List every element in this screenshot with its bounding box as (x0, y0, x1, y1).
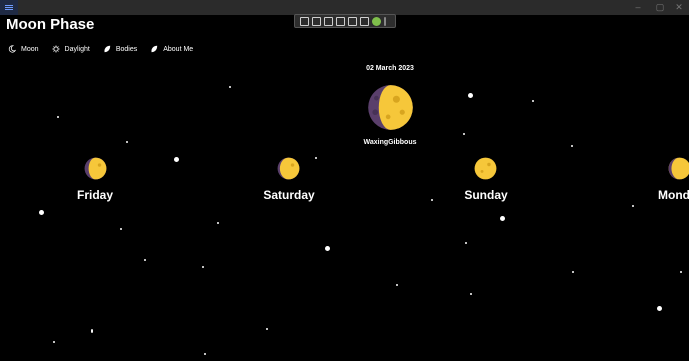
minimize-button[interactable]: – (628, 1, 648, 13)
collapse-grip-icon[interactable] (384, 16, 386, 26)
sunday-moon-icon (474, 157, 497, 180)
forecast-day-saturday[interactable]: Saturday (229, 188, 349, 202)
star (126, 141, 128, 143)
info-icon (151, 45, 158, 53)
app-menu-icon[interactable] (0, 0, 18, 15)
star (572, 271, 574, 273)
comment-icon[interactable] (324, 16, 333, 26)
current-date: 02 March 2023 (366, 65, 414, 72)
star (571, 145, 573, 147)
track-focus-icon[interactable] (348, 16, 357, 26)
star (468, 93, 473, 98)
star (229, 86, 231, 88)
maximize-button[interactable]: ▢ (650, 1, 670, 13)
star (680, 271, 682, 273)
friday-moon-icon (84, 157, 107, 180)
ok-indicator-icon[interactable] (372, 16, 381, 26)
select-element-icon[interactable] (300, 16, 309, 26)
star (91, 329, 93, 333)
layout-icon[interactable] (336, 16, 345, 26)
nav-item-about-me[interactable]: About Me (150, 45, 193, 53)
binding-icon[interactable] (360, 16, 369, 26)
star (470, 293, 472, 295)
star (217, 222, 219, 224)
nav-item-label: Daylight (64, 45, 90, 53)
nav-item-label: Moon (21, 45, 39, 53)
current-moon-icon (368, 85, 413, 130)
title-bar: – ▢ ✕ (0, 0, 689, 15)
moon-icon (8, 45, 16, 53)
monday-moon-icon (668, 157, 689, 180)
planet-icon (104, 45, 111, 53)
star (632, 205, 634, 207)
star (204, 353, 206, 355)
star (120, 228, 122, 230)
star (315, 157, 317, 159)
app-title: Moon Phase (6, 16, 95, 33)
close-button[interactable]: ✕ (669, 1, 689, 13)
star (532, 100, 534, 102)
star (325, 246, 330, 251)
saturday-moon-icon (277, 157, 300, 180)
nav-bar: Moon Daylight Bodies About Me (8, 45, 193, 53)
nav-item-label: About Me (163, 45, 194, 53)
star (500, 216, 505, 221)
nav-item-label: Bodies (115, 45, 138, 53)
star (53, 341, 55, 343)
nav-item-daylight[interactable]: Daylight (51, 45, 90, 53)
star (657, 306, 662, 311)
star (174, 157, 179, 162)
star (202, 266, 204, 268)
forecast-day-sunday[interactable]: Sunday (426, 188, 546, 202)
nav-item-bodies[interactable]: Bodies (103, 45, 137, 53)
star (39, 210, 44, 215)
current-phase-name: WaxingGibbous (363, 139, 417, 146)
forecast-day-friday[interactable]: Friday (35, 188, 155, 202)
nav-item-moon[interactable]: Moon (8, 45, 39, 53)
forecast-day-monday[interactable]: Mond (658, 188, 689, 202)
sun-icon (51, 45, 60, 53)
debug-toolbar (294, 14, 396, 28)
star (266, 328, 268, 330)
star (144, 259, 146, 261)
star (465, 242, 467, 244)
video-icon[interactable] (312, 16, 321, 26)
star (57, 116, 59, 118)
star (396, 284, 398, 286)
star (463, 133, 465, 135)
